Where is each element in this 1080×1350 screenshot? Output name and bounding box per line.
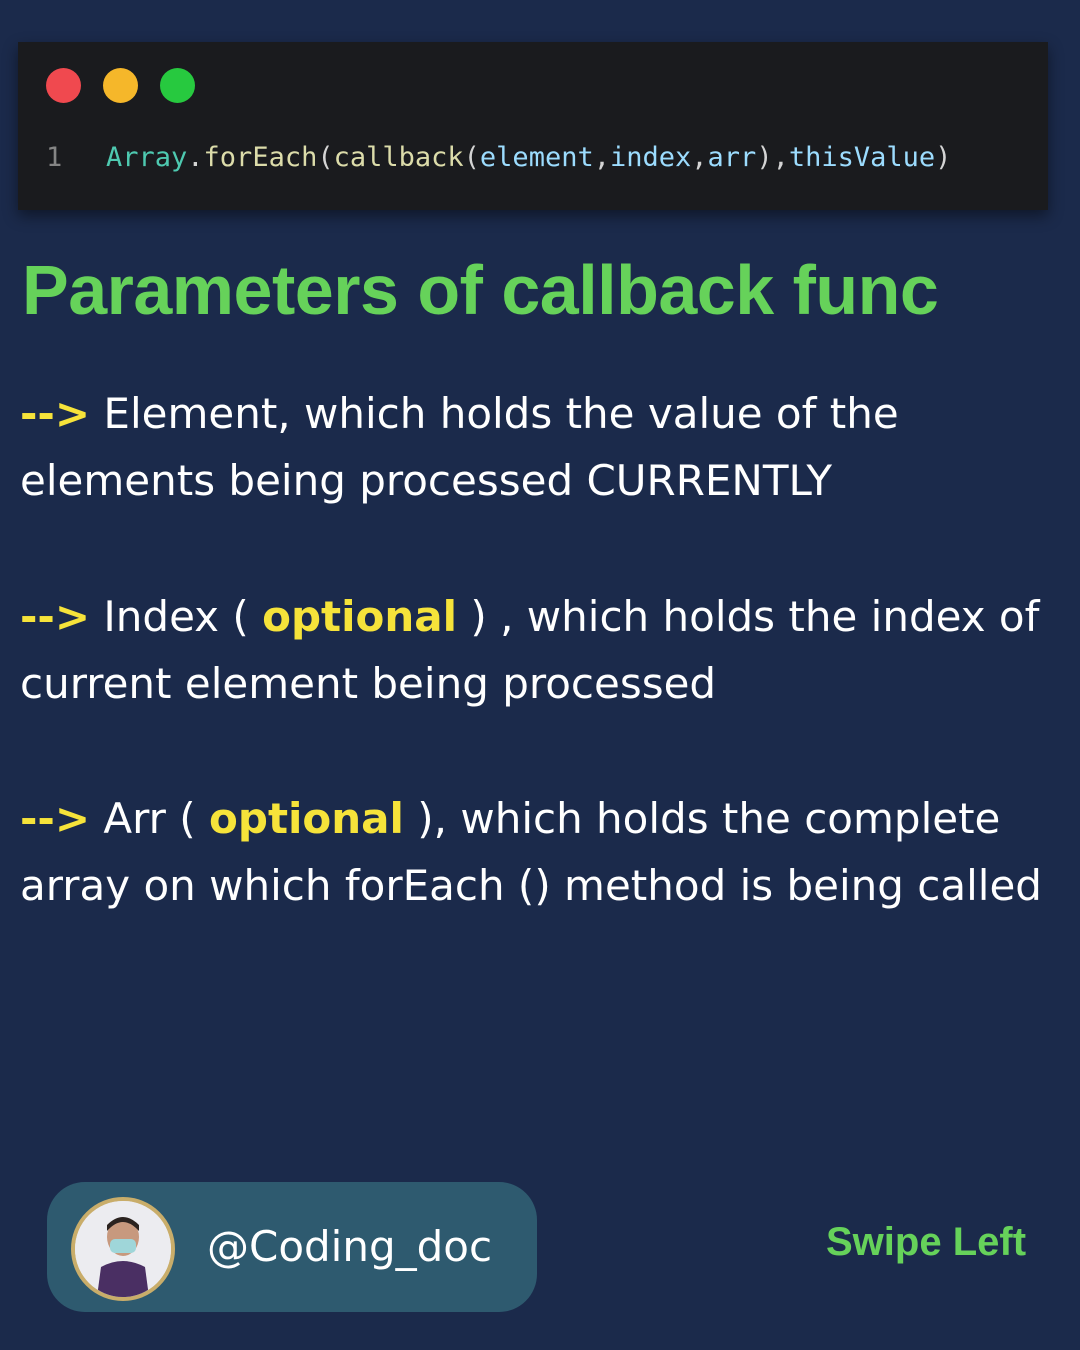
window-controls — [46, 68, 195, 103]
arrow-label: --> — [20, 794, 91, 843]
code-window: 1 Array.forEach(callback(element,index,ar… — [18, 42, 1048, 210]
code-comma-token: , — [593, 142, 610, 173]
code-line: 1 Array.forEach(callback(element,index,ar… — [46, 142, 951, 173]
avatar — [71, 1197, 175, 1301]
code-comma-token: , — [772, 142, 789, 173]
code-class-token: Array — [106, 142, 188, 173]
code-callback-token: callback — [333, 142, 464, 173]
page-title: Parameters of callback func — [22, 251, 939, 329]
param-index-description: --> Index ( optional ) , which holds the… — [20, 583, 1065, 717]
code-method-token: forEach — [203, 142, 318, 173]
param-arr-description: --> Arr ( optional ), which holds the co… — [20, 785, 1065, 919]
maximize-dot-icon — [160, 68, 195, 103]
code-paren-token: ) — [935, 142, 952, 173]
avatar-portrait-icon — [75, 1201, 171, 1297]
profile-handle: @Coding_doc — [207, 1222, 493, 1271]
profile-pill[interactable]: @Coding_doc — [47, 1182, 537, 1312]
code-dot-token: . — [187, 142, 204, 173]
param-text: Arr ( — [90, 794, 210, 843]
code-param-thisvalue: thisValue — [788, 142, 936, 173]
code-param-index: index — [609, 142, 692, 173]
code-paren-token: ) — [756, 142, 773, 173]
code-paren-token: ( — [317, 142, 334, 173]
code-comma-token: , — [691, 142, 708, 173]
arrow-label: --> — [20, 592, 91, 641]
code-paren-token: ( — [463, 142, 480, 173]
optional-badge: optional — [209, 794, 404, 843]
optional-badge: optional — [262, 592, 458, 641]
param-text: Index ( — [90, 592, 263, 641]
arrow-label: --> — [20, 389, 91, 438]
swipe-left-label: Swipe Left — [826, 1220, 1027, 1264]
code-param-arr: arr — [707, 142, 757, 173]
close-dot-icon — [46, 68, 81, 103]
param-element-description: --> Element, which holds the value of th… — [20, 380, 1065, 514]
minimize-dot-icon — [103, 68, 138, 103]
line-number: 1 — [46, 142, 63, 173]
param-text: Element, which holds the value of the el… — [20, 389, 899, 505]
code-param-element: element — [479, 142, 594, 173]
